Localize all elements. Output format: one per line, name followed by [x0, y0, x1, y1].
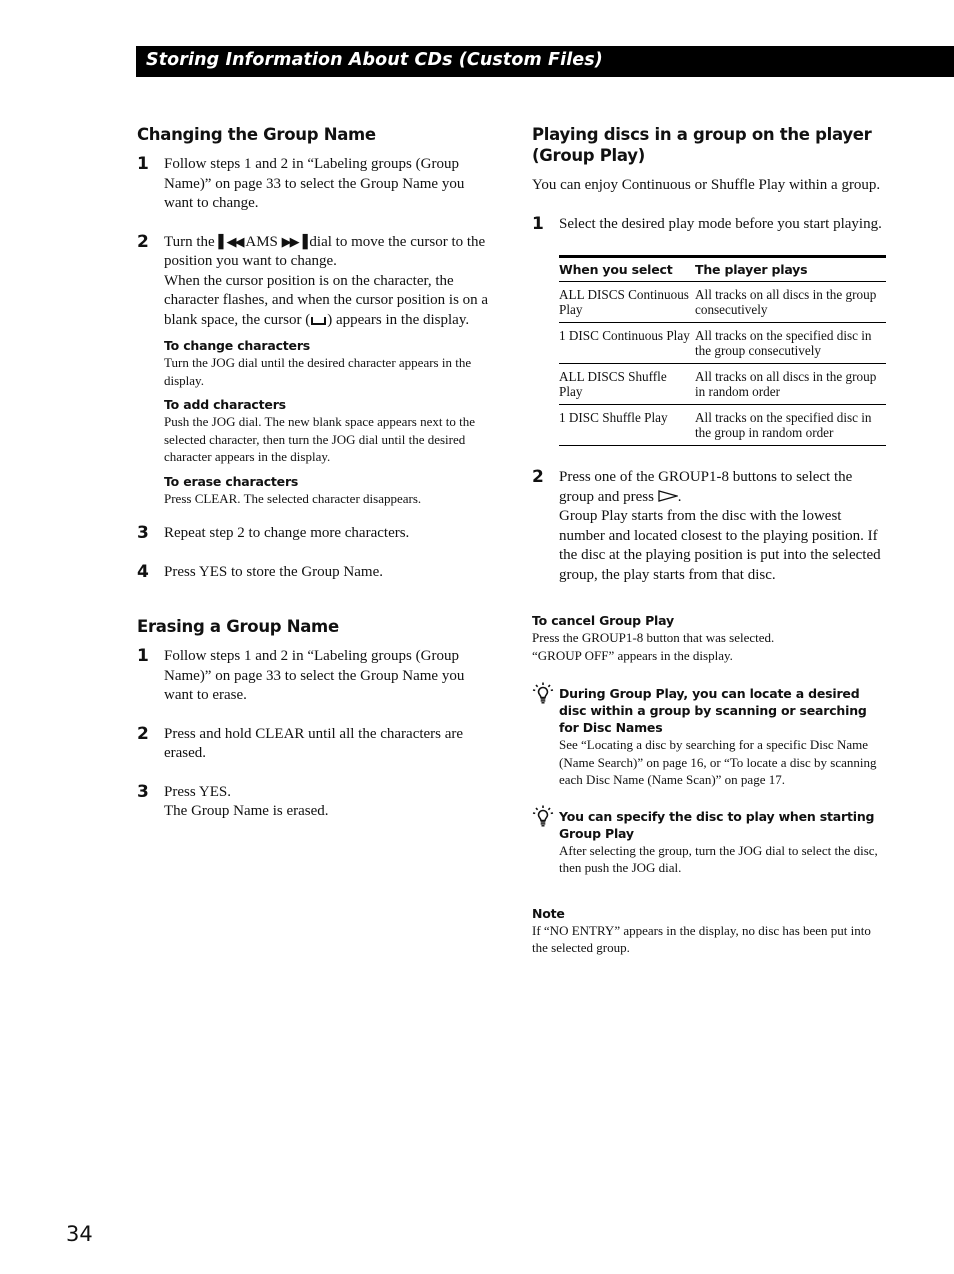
- step-text: ) appears in the display.: [327, 311, 470, 328]
- step-text: The Group Name is erased.: [164, 803, 329, 819]
- sub-text: Turn the JOG dial until the desired char…: [164, 355, 472, 388]
- column-header: When you select: [559, 262, 673, 277]
- step-1: 1 Follow steps 1 and 2 in “Labeling grou…: [137, 154, 492, 214]
- table-row: 1 DISC Shuffle Play All tracks on the sp…: [559, 405, 886, 446]
- sub-heading: To erase characters: [164, 473, 299, 489]
- step-2: 2 Press one of the GROUP1-8 buttons to s…: [532, 467, 888, 585]
- step-2: 2 Press and hold CLEAR until all the cha…: [137, 723, 492, 764]
- section-banner: Storing Information About CDs (Custom Fi…: [136, 46, 954, 77]
- step-number: 1: [137, 154, 149, 174]
- step-text: Press YES to store the Group Name.: [164, 563, 383, 580]
- page-number: 34: [66, 1222, 93, 1246]
- hint-text: After selecting the group, turn the JOG …: [559, 842, 878, 876]
- sub-text: Push the JOG dial. The new blank space a…: [164, 414, 475, 464]
- cursor-icon: [311, 316, 327, 325]
- previous-track-icon: ▌◀◀: [218, 234, 244, 250]
- step-number: 2: [137, 723, 149, 744]
- step-number: 2: [532, 467, 544, 487]
- table-cell: All tracks on all discs in the group con…: [695, 287, 877, 317]
- note-text: If “NO ENTRY” appears in the display, no…: [532, 922, 871, 956]
- step-text: Follow steps 1 and 2 in “Labeling groups…: [164, 648, 465, 703]
- step-3: 3 Press YES. The Group Name is erased.: [137, 781, 492, 822]
- step-number: 4: [137, 561, 149, 582]
- play-icon: [658, 489, 678, 502]
- step-text: Press YES.: [164, 783, 231, 800]
- sub-text: “GROUP OFF” appears in the display.: [532, 647, 733, 663]
- step-text: Press and hold CLEAR until all the chara…: [164, 725, 464, 762]
- step-number: 3: [137, 523, 149, 543]
- step-text: Press one of the GROUP1-8 buttons to sel…: [559, 469, 853, 505]
- table-cell: ALL DISCS Continuous Play: [559, 287, 689, 317]
- hint-heading: You can specify the disc to play when st…: [559, 808, 875, 841]
- hint-heading: During Group Play, you can locate a desi…: [559, 686, 867, 735]
- table-row: ALL DISCS Shuffle Play All tracks on all…: [559, 364, 886, 405]
- sub-section: To add characters Push the JOG dial. The…: [164, 396, 492, 466]
- step-number: 1: [532, 213, 544, 234]
- sub-text: Press the GROUP1-8 button that was selec…: [532, 630, 775, 645]
- sub-text: Press CLEAR. The selected character disa…: [164, 490, 422, 506]
- step-4: 4 Press YES to store the Group Name.: [137, 561, 492, 583]
- hint-1: During Group Play, you can locate a desi…: [532, 682, 888, 789]
- lightbulb-hint-icon: [532, 682, 554, 704]
- table-row: ALL DISCS Continuous Play All tracks on …: [559, 282, 886, 323]
- step-2: 2 Turn the ▌◀◀ AMS ▶▶▐ dial to move the …: [137, 231, 492, 508]
- cancel-group-play-section: To cancel Group Play Press the GROUP1-8 …: [532, 612, 888, 664]
- hint-text: See “Locating a disc by searching for a …: [559, 737, 877, 787]
- step-text: AMS: [242, 233, 282, 250]
- step-text: Follow steps 1 and 2 in “Labeling groups…: [164, 156, 465, 211]
- step-text: .: [677, 488, 682, 505]
- step-text: Select the desired play mode before you …: [559, 215, 882, 232]
- table-cell: 1 DISC Shuffle Play: [559, 410, 668, 425]
- step-number: 3: [137, 781, 149, 802]
- heading-group-play: Playing discs in a group on the player (…: [532, 125, 872, 165]
- lightbulb-hint-icon: [532, 805, 554, 826]
- step-text: Repeat step 2 to change more characters.: [164, 525, 410, 541]
- next-track-icon: ▶▶▐: [281, 234, 308, 250]
- hint-2: You can specify the disc to play when st…: [532, 805, 888, 877]
- step-1: 1 Follow steps 1 and 2 in “Labeling grou…: [137, 646, 492, 706]
- step-text: Group Play starts from the disc with the…: [559, 508, 881, 583]
- sub-heading: To change characters: [164, 338, 311, 353]
- step-number: 1: [137, 646, 149, 666]
- table-header-row: When you select The player plays: [559, 256, 886, 282]
- sub-section: To change characters Turn the JOG dial u…: [164, 337, 492, 389]
- right-column: Playing discs in a group on the player (…: [532, 124, 888, 957]
- note-section: Note If “NO ENTRY” appears in the displa…: [532, 905, 888, 957]
- table-cell: ALL DISCS Shuffle Play: [559, 369, 667, 399]
- table-cell: 1 DISC Continuous Play: [559, 328, 690, 343]
- heading-changing-group-name: Changing the Group Name: [137, 125, 376, 144]
- sub-heading: To add characters: [164, 397, 286, 412]
- intro-text: You can enjoy Continuous or Shuffle Play…: [532, 177, 881, 193]
- table-cell: All tracks on all discs in the group in …: [695, 369, 877, 399]
- column-header: The player plays: [695, 262, 808, 277]
- heading-erasing-group-name: Erasing a Group Name: [137, 617, 339, 636]
- step-1: 1 Select the desired play mode before yo…: [532, 213, 888, 235]
- sub-section: To erase characters Press CLEAR. The sel…: [164, 473, 492, 508]
- play-mode-table: When you select The player plays ALL DIS…: [559, 255, 886, 446]
- step-text: Turn the: [164, 233, 215, 250]
- table-cell: All tracks on the specified disc in the …: [695, 328, 872, 358]
- note-heading: Note: [532, 905, 565, 921]
- table-row: 1 DISC Continuous Play All tracks on the…: [559, 323, 886, 364]
- table-cell: All tracks on the specified disc in the …: [695, 410, 872, 440]
- sub-heading: To cancel Group Play: [532, 613, 674, 628]
- section-title: Storing Information About CDs (Custom Fi…: [146, 50, 603, 70]
- left-column: Changing the Group Name 1 Follow steps 1…: [137, 124, 492, 822]
- step-number: 2: [137, 231, 149, 252]
- step-3: 3 Repeat step 2 to change more character…: [137, 523, 492, 544]
